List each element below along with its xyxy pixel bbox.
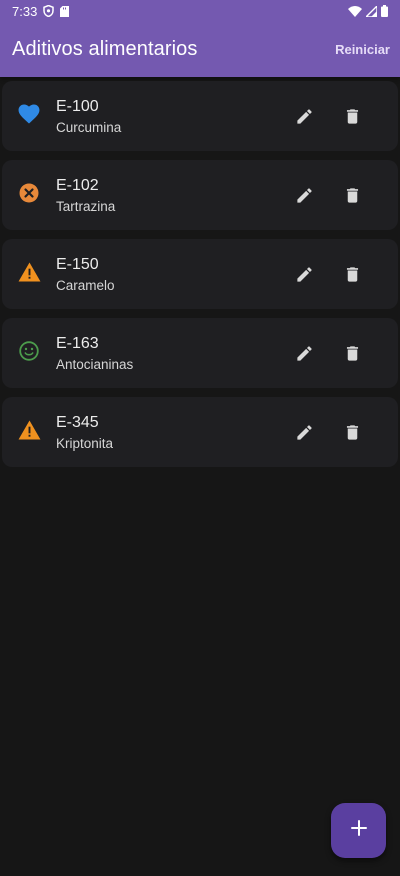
additive-code: E-100 [56, 97, 99, 115]
list-item[interactable]: E-102 Tartrazina [2, 160, 398, 230]
status-time: 7:33 [12, 3, 38, 19]
additive-name: Caramelo [56, 277, 115, 293]
additive-code: E-102 [56, 176, 99, 194]
list-item[interactable]: E-150 Caramelo [2, 239, 398, 309]
additive-code: E-345 [56, 413, 99, 431]
add-additive-button[interactable] [331, 803, 386, 858]
additive-code: E-150 [56, 255, 99, 273]
trash-icon[interactable] [342, 422, 362, 442]
pencil-icon[interactable] [294, 343, 314, 363]
additive-name: Curcumina [56, 119, 122, 135]
cancel-circle-icon [19, 183, 39, 208]
reset-button[interactable]: Reiniciar [335, 36, 390, 63]
additive-code: E-163 [56, 334, 99, 352]
trash-icon[interactable] [342, 185, 362, 205]
battery-icon [381, 5, 388, 17]
list-item[interactable]: E-345 Kriptonita [2, 397, 398, 467]
app-bar: Aditivos alimentarios Reiniciar [0, 22, 400, 77]
heart-icon [18, 103, 40, 129]
pencil-icon[interactable] [294, 185, 314, 205]
additive-name: Kriptonita [56, 435, 114, 451]
sd-card-icon [60, 5, 70, 17]
pencil-icon[interactable] [294, 422, 314, 442]
additive-name: Antocianinas [56, 356, 134, 372]
trash-icon[interactable] [342, 106, 362, 126]
warning-icon [18, 419, 41, 445]
additives-list: E-100 Curcumina E-102 Tartrazina E-150 C… [0, 77, 400, 467]
additive-name: Tartrazina [56, 198, 116, 214]
app-screen: 7:33 Aditivos alimentarios Reiniciar E-1… [0, 0, 400, 876]
page-title: Aditivos alimentarios [12, 38, 198, 60]
plus-icon [350, 819, 368, 842]
cell-signal-icon [366, 5, 377, 17]
pencil-icon[interactable] [294, 264, 314, 284]
shield-notification-icon [43, 5, 55, 17]
list-item[interactable]: E-100 Curcumina [2, 81, 398, 151]
smiley-icon [19, 340, 39, 366]
status-bar: 7:33 [0, 0, 400, 22]
trash-icon[interactable] [342, 264, 362, 284]
list-item[interactable]: E-163 Antocianinas [2, 318, 398, 388]
pencil-icon[interactable] [294, 106, 314, 126]
trash-icon[interactable] [342, 343, 362, 363]
top-bar: 7:33 Aditivos alimentarios Reiniciar [0, 0, 400, 77]
wifi-icon [348, 5, 362, 17]
warning-icon [18, 261, 41, 287]
